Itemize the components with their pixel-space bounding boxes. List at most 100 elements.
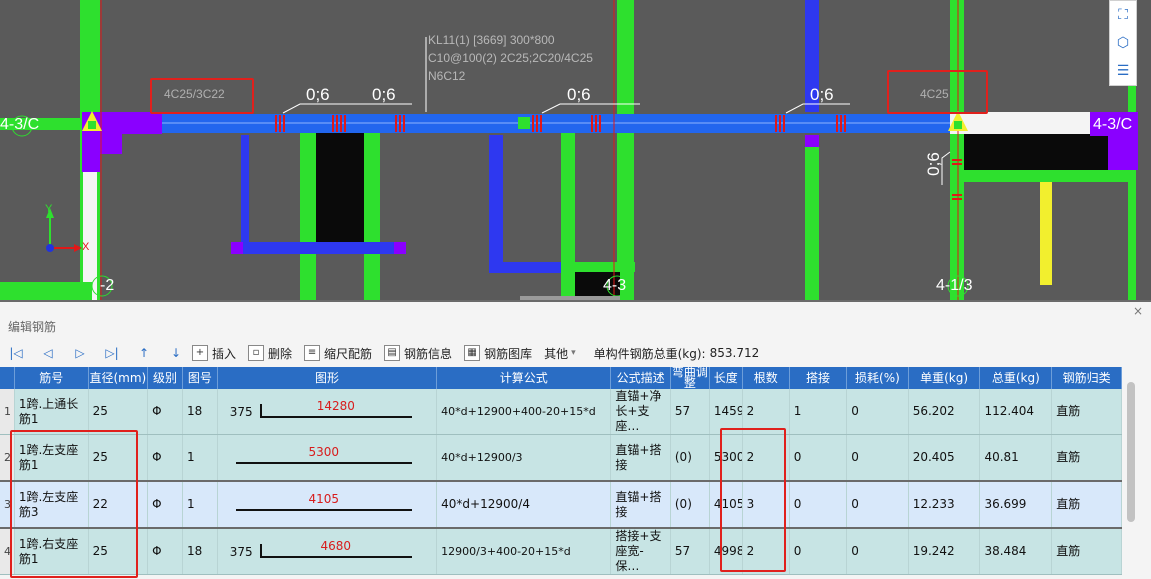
cell-shape[interactable]: 375 4680 [217, 528, 438, 575]
vertical-scrollbar[interactable] [1127, 382, 1135, 522]
rebar-library-button[interactable]: ▦ 钢筋图库 [464, 345, 532, 362]
axis-label-right: 4-3/C [1093, 116, 1133, 133]
column-header[interactable]: 长度 [709, 367, 743, 389]
cell-desc[interactable]: 直锚+搭接 [610, 480, 671, 529]
column-header[interactable]: 图号 [182, 367, 218, 389]
next-record-icon[interactable]: ▷ [64, 346, 96, 360]
cell-formula[interactable]: 12900/3+400-20+15*d [436, 528, 612, 575]
cad-drawing-canvas[interactable]: KL11(1) [3669] 300*800 C10@100(2) 2C25;2… [0, 0, 1151, 300]
cell-loss[interactable]: 0 [846, 480, 909, 529]
hook-length: 375 [229, 545, 253, 559]
close-icon[interactable]: × [1133, 304, 1143, 318]
last-record-icon[interactable]: ▷| [96, 346, 128, 360]
cell-name[interactable]: 1跨.上通长筋1 [14, 389, 89, 435]
properties-icon[interactable]: ☰ [1113, 60, 1133, 82]
rebar-table: 筋号 直径(mm) 级别 图号 图形 计算公式 公式描述 弯曲调整 长度 根数 搭接 损耗(%) 单重(… [0, 367, 1122, 575]
axis-label-bottom-mid: 4-3 [603, 277, 627, 294]
beam-info-line-2: C10@100(2) 2C25;2C20/4C25 [428, 51, 593, 65]
cell-desc[interactable]: 直锚+净长+支座… [610, 389, 671, 435]
move-down-icon[interactable]: ↓ [160, 346, 192, 360]
prev-record-icon[interactable]: ◁ [32, 346, 64, 360]
table-row[interactable]: 1 1跨.上通长筋1 25 Φ 18 375 14280 40*d+12900+400-20+… [0, 389, 1122, 435]
insert-button[interactable]: + 插入 [192, 345, 236, 362]
cell-dia[interactable]: 25 [88, 389, 149, 435]
column-header[interactable]: 计算公式 [436, 367, 612, 389]
3d-view-icon[interactable]: ⬡ [1113, 32, 1133, 54]
cell-bend[interactable]: (0) [670, 434, 710, 482]
cell-fig[interactable]: 1 [182, 434, 218, 482]
cell-lap[interactable]: 0 [789, 434, 848, 482]
cell-bend[interactable]: (0) [670, 480, 710, 529]
rebar-info-button[interactable]: ▤ 钢筋信息 [384, 345, 452, 362]
cell-lap[interactable]: 1 [789, 389, 848, 435]
column-header[interactable]: 筋号 [14, 367, 89, 389]
cell-total[interactable]: 40.81 [979, 434, 1053, 482]
beam-info-line-3: N6C12 [428, 69, 466, 83]
wall-mid-vertical [617, 0, 634, 300]
column-header[interactable]: 直径(mm) [88, 367, 149, 389]
table-row[interactable]: 3 1跨.左支座筋3 22 Φ 1 4105 40*d+12900/4 直锚+搭接 (0) 410… [0, 480, 1122, 529]
column-header[interactable]: 损耗(%) [846, 367, 909, 389]
cell-grade[interactable]: Φ [147, 480, 183, 529]
table-row[interactable]: 4 1跨.右支座筋1 25 Φ 18 375 4680 12900/3+400-20+15*d… [0, 528, 1122, 575]
cell-cat[interactable]: 直筋 [1051, 434, 1122, 482]
delete-button[interactable]: ▫ 删除 [248, 345, 292, 362]
cell-bend[interactable]: 57 [670, 528, 710, 575]
column-header[interactable]: 图形 [217, 367, 438, 389]
column-header[interactable]: 公式描述 [610, 367, 671, 389]
cell-shape[interactable]: 5300 [217, 434, 438, 482]
cell-fig[interactable]: 1 [182, 480, 218, 529]
rebar-shape-preview: 375 4680 [218, 529, 436, 574]
row-number[interactable]: 1 [0, 389, 15, 435]
scale-rebar-button[interactable]: ≡ 缩尺配筋 [304, 345, 372, 362]
column-header[interactable] [0, 367, 15, 389]
cell-unit[interactable]: 20.405 [908, 434, 981, 482]
cell-loss[interactable]: 0 [846, 434, 909, 482]
rebar-toolbar: |◁ ◁ ▷ ▷| ↑ ↓ + 插入 ▫ 删除 ≡ 缩尺配筋 ▤ 钢筋信息 ▦ 钢筋图库 … [0, 340, 1151, 366]
cell-total[interactable]: 36.699 [979, 480, 1053, 529]
cell-shape[interactable]: 4105 [217, 480, 438, 529]
cell-fig[interactable]: 18 [182, 528, 218, 575]
cell-desc[interactable]: 搭接+支座宽-保… [610, 528, 671, 575]
cell-formula[interactable]: 40*d+12900+400-20+15*d [436, 389, 612, 435]
cell-unit[interactable]: 19.242 [908, 528, 981, 575]
column-header[interactable]: 钢筋归类 [1051, 367, 1122, 389]
trash-icon: ▫ [248, 345, 265, 361]
cell-desc[interactable]: 直锚+搭接 [610, 434, 671, 482]
column-header[interactable]: 单重(kg) [908, 367, 981, 389]
cell-shape[interactable]: 375 14280 [217, 389, 438, 435]
column-header[interactable]: 级别 [147, 367, 183, 389]
cell-grade[interactable]: Φ [147, 528, 183, 575]
cell-loss[interactable]: 0 [846, 389, 909, 435]
cell-grade[interactable]: Φ [147, 389, 183, 435]
column-header[interactable]: 根数 [742, 367, 790, 389]
first-record-icon[interactable]: |◁ [0, 346, 32, 360]
move-up-icon[interactable]: ↑ [128, 346, 160, 360]
cell-loss[interactable]: 0 [846, 528, 909, 575]
cell-lap[interactable]: 0 [789, 480, 848, 529]
cell-total[interactable]: 38.484 [979, 528, 1053, 575]
cell-cat[interactable]: 直筋 [1051, 480, 1122, 529]
cell-unit[interactable]: 12.233 [908, 480, 981, 529]
cell-lap[interactable]: 0 [789, 528, 848, 575]
cell-formula[interactable]: 40*d+12900/3 [436, 434, 612, 482]
column-header[interactable]: 搭接 [789, 367, 848, 389]
cell-unit[interactable]: 56.202 [908, 389, 981, 435]
cell-fig[interactable]: 18 [182, 389, 218, 435]
rebar-shape-preview: 5300 [218, 435, 436, 480]
column-header[interactable]: 弯曲调整 [670, 367, 710, 389]
column-header[interactable]: 总重(kg) [979, 367, 1053, 389]
cell-total[interactable]: 112.404 [979, 389, 1053, 435]
fit-view-icon[interactable]: ⛶ [1113, 4, 1133, 26]
cell-cat[interactable]: 直筋 [1051, 528, 1122, 575]
span-label-vertical: 0;6 [923, 152, 943, 176]
table-row[interactable]: 2 1跨.左支座筋1 25 Φ 1 5300 40*d+12900/3 直锚+搭接 (0) 530… [0, 434, 1122, 482]
rebar-line [235, 509, 412, 511]
cell-bend[interactable]: 57 [670, 389, 710, 435]
cell-grade[interactable]: Φ [147, 434, 183, 482]
scale-icon: ≡ [304, 345, 321, 361]
cell-cat[interactable]: 直筋 [1051, 389, 1122, 435]
other-dropdown[interactable]: 其他 ▾ [544, 345, 576, 362]
cell-formula[interactable]: 40*d+12900/4 [436, 480, 612, 529]
span-label-2: 0;6 [372, 85, 396, 104]
